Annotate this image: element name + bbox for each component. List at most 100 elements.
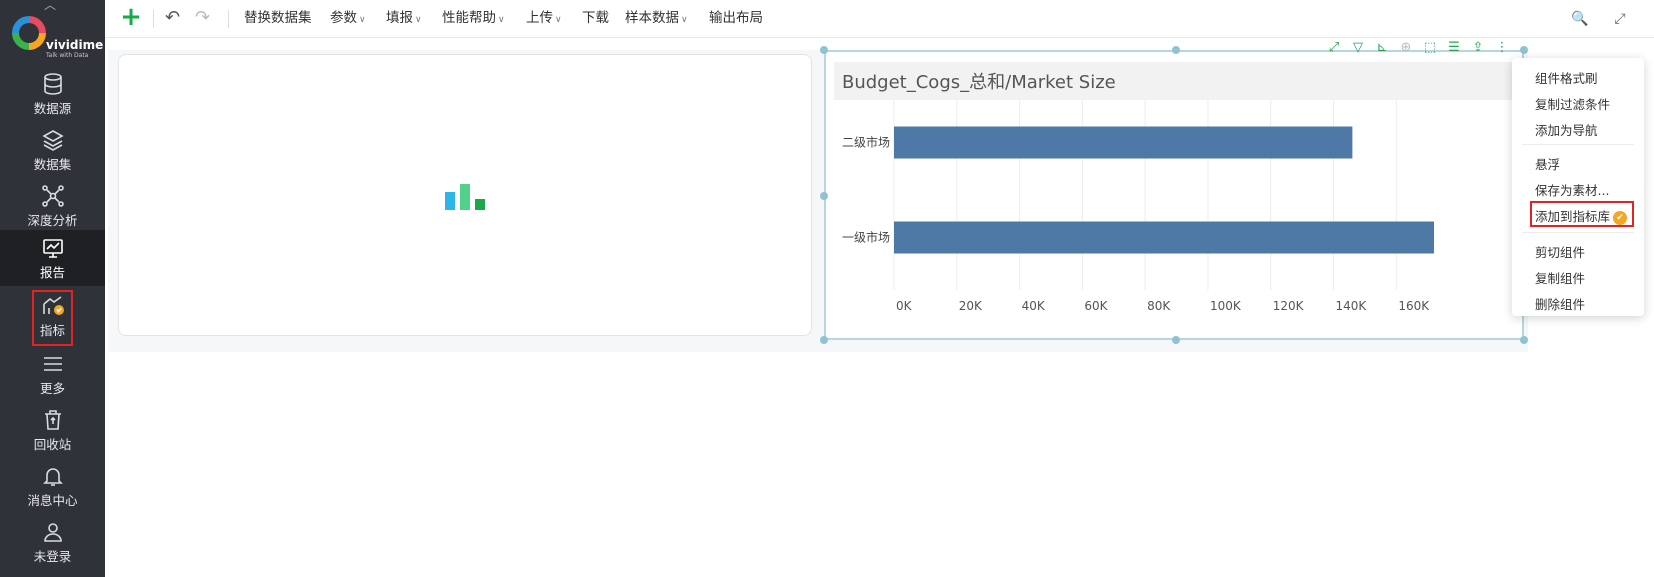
top-toolbar: + ↶ ↷ 替换数据集 参数 ∨ 填报 ∨ 性能帮助 ∨ 上传 ∨ 下载 样本数据 ∨ 输… — [105, 0, 1654, 38]
bar[interactable] — [894, 126, 1353, 159]
network-icon — [41, 185, 64, 207]
resize-handle[interactable] — [820, 46, 828, 54]
x-tick-label: 100K — [1210, 299, 1242, 313]
menu-item-copy-component[interactable]: 复制组件 — [1535, 268, 1585, 287]
sidebar-item-message-center[interactable]: 消息中心 — [0, 458, 105, 514]
menu-item-add-as-navigation[interactable]: 添加为导航 — [1535, 120, 1598, 139]
sidebar-item-label: 未登录 — [33, 549, 72, 564]
sidebar-item-label: 消息中心 — [27, 493, 78, 508]
x-tick-label: 0K — [896, 299, 913, 313]
sidebar-item-label: 回收站 — [33, 437, 72, 452]
app-root: ︿ vividime Talk with Data 数据源 数据集 深度分析 报… — [0, 0, 1654, 577]
sidebar-item-deep-analysis[interactable]: 深度分析 — [0, 178, 105, 234]
sidebar-item-dataset[interactable]: 数据集 — [0, 122, 105, 178]
export-icon[interactable]: ⇪ — [1470, 40, 1486, 56]
x-tick-label: 140K — [1336, 299, 1368, 313]
menu-lines-icon — [43, 357, 62, 371]
toolbar-label: 替换数据集 — [244, 10, 312, 26]
bar[interactable] — [894, 221, 1434, 254]
redo-icon[interactable]: ↷ — [195, 0, 210, 38]
x-tick-label: 160K — [1398, 299, 1430, 313]
filter-icon[interactable]: ▽ — [1350, 40, 1366, 56]
monitor-chart-icon — [42, 239, 63, 258]
preview-search-icon[interactable]: 🔍 — [1571, 10, 1589, 28]
chart-bars — [894, 126, 1434, 254]
user-icon — [43, 523, 62, 542]
resize-handle[interactable] — [820, 336, 828, 344]
logo-ring-icon — [12, 16, 46, 50]
sidebar-item-more[interactable]: 更多 — [0, 346, 105, 402]
highlight-box — [1530, 201, 1634, 227]
sidebar-item-label: 数据集 — [33, 157, 72, 172]
menu-item-copy-filter[interactable]: 复制过滤条件 — [1535, 94, 1610, 113]
sidebar-item-recycle-bin[interactable]: 回收站 — [0, 402, 105, 458]
bar-chart-svg: 0K 20K 40K 60K 80K 100K 120K 140K 160K 二级市场一级市场 — [842, 100, 1434, 313]
menu-item-cut-component[interactable]: 剪切组件 — [1535, 242, 1585, 261]
menu-divider — [1522, 232, 1634, 233]
chevron-down-icon: ∨ — [359, 15, 366, 25]
axis-swap-icon[interactable]: ⊾ — [1374, 40, 1390, 56]
zoom-in-icon[interactable]: ⊕ — [1398, 40, 1414, 56]
database-icon — [43, 73, 62, 95]
logo-brand: vividime — [46, 38, 104, 52]
menu-item-format-painter[interactable]: 组件格式刷 — [1535, 68, 1598, 87]
sidebar-item-report[interactable]: 报告 — [0, 230, 105, 286]
resize-handle[interactable] — [1172, 336, 1180, 344]
recycle-bin-icon — [44, 410, 61, 430]
resize-handle[interactable] — [1172, 46, 1180, 54]
logo: vividime Talk with Data — [10, 14, 104, 60]
fill-report-menu[interactable]: 填报 ∨ — [386, 0, 422, 38]
resize-handle[interactable] — [1520, 46, 1528, 54]
list-icon[interactable]: ☰ — [1446, 40, 1462, 56]
output-layout-button[interactable]: 输出布局 — [709, 0, 763, 38]
resize-handle[interactable] — [1520, 336, 1528, 344]
select-icon[interactable]: ⬚ — [1422, 40, 1438, 56]
sidebar: ︿ vividime Talk with Data 数据源 数据集 深度分析 报… — [0, 0, 105, 577]
layers-icon — [41, 130, 64, 151]
y-category-label: 一级市场 — [842, 230, 890, 245]
sidebar-item-label: 数据源 — [33, 101, 72, 116]
toolbar-label: 下载 — [582, 10, 609, 26]
menu-item-save-as-material[interactable]: 保存为素材... — [1535, 180, 1609, 199]
parameters-menu[interactable]: 参数 ∨ — [330, 0, 366, 38]
menu-item-float[interactable]: 悬浮 — [1535, 154, 1560, 173]
menu-item-delete-component[interactable]: 删除组件 — [1535, 294, 1585, 313]
toolbar-label: 填报 — [386, 10, 413, 26]
component-context-menu: 组件格式刷 复制过滤条件 添加为导航 悬浮 保存为素材... 添加到指标库 ✔ 剪… — [1512, 58, 1644, 316]
toolbar-label: 输出布局 — [709, 10, 763, 26]
sidebar-item-metric[interactable]: 指标 — [32, 290, 73, 346]
toolbar-label: 性能帮助 — [442, 10, 496, 26]
resize-handle[interactable] — [820, 192, 828, 200]
chevron-down-icon: ∨ — [681, 15, 688, 25]
bell-icon — [42, 468, 63, 486]
performance-help-menu[interactable]: 性能帮助 ∨ — [442, 0, 505, 38]
toolbar-divider — [153, 10, 154, 28]
loading-chart-icon — [445, 182, 487, 210]
x-tick-label: 80K — [1147, 299, 1171, 313]
upload-menu[interactable]: 上传 ∨ — [526, 0, 562, 38]
chevron-down-icon: ∨ — [498, 15, 505, 25]
replace-dataset-button[interactable]: 替换数据集 — [244, 0, 312, 38]
sidebar-item-label: 指标 — [39, 323, 65, 338]
x-tick-label: 40K — [1022, 299, 1046, 313]
metric-trend-icon — [42, 296, 64, 315]
sample-data-menu[interactable]: 样本数据 ∨ — [625, 0, 688, 38]
expand-icon[interactable]: ⤢ — [1326, 40, 1342, 56]
chart-title: Budget_Cogs_总和/Market Size — [842, 72, 1116, 93]
undo-icon[interactable]: ↶ — [165, 0, 180, 38]
y-category-label: 二级市场 — [842, 135, 890, 150]
more-vertical-icon[interactable]: ⋮ — [1494, 40, 1510, 56]
download-button[interactable]: 下载 — [582, 0, 609, 38]
sidebar-item-login[interactable]: 未登录 — [0, 514, 105, 570]
x-tick-label: 120K — [1273, 299, 1305, 313]
chevron-down-icon: ∨ — [415, 15, 422, 25]
add-component-button[interactable]: + — [119, 4, 143, 30]
x-tick-label: 20K — [959, 299, 983, 313]
toolbar-label: 样本数据 — [625, 10, 679, 26]
sidebar-item-datasource[interactable]: 数据源 — [0, 66, 105, 122]
toolbar-label: 上传 — [526, 10, 553, 26]
fullscreen-icon[interactable]: ⤢ — [1611, 10, 1629, 28]
chevron-up-icon[interactable]: ︿ — [44, 0, 56, 13]
logo-tagline: Talk with Data — [46, 52, 89, 59]
sidebar-item-label: 深度分析 — [27, 213, 78, 228]
